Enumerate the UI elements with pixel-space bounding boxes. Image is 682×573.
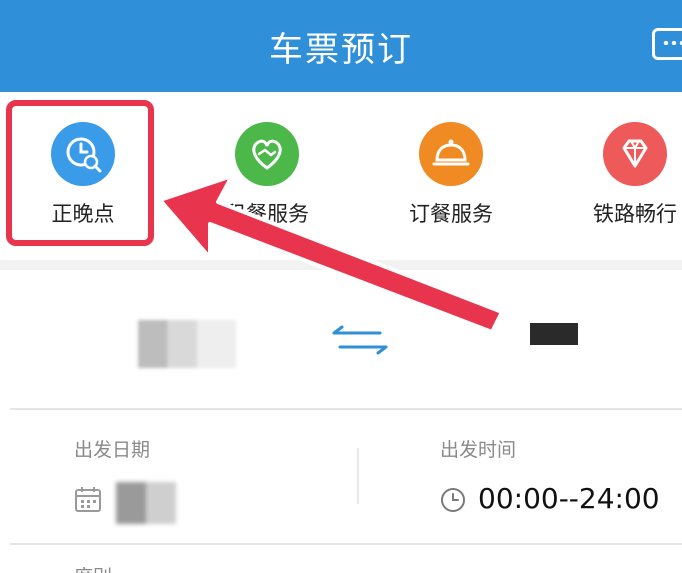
app-header: 车票预订 — [0, 0, 682, 92]
service-item-meal-order[interactable]: 订餐服务 — [386, 122, 516, 242]
arrival-city[interactable] — [530, 323, 578, 345]
departure-time-label: 出发时间 — [440, 439, 517, 461]
divider — [357, 448, 359, 504]
divider — [10, 543, 682, 545]
service-label-rail-pass: 铁路畅行 — [593, 202, 677, 226]
page-title: 车票预订 — [269, 30, 413, 70]
departure-time-value[interactable]: 00:00--24:00 — [478, 482, 660, 515]
annotation-highlight-box — [6, 100, 154, 246]
handshake-heart-icon — [235, 122, 299, 186]
diamond-icon — [603, 122, 667, 186]
message-icon[interactable] — [652, 28, 682, 60]
swap-stations-icon[interactable] — [330, 325, 390, 359]
service-label-rental-meal: 租餐服务 — [225, 202, 309, 226]
departure-date-value[interactable] — [116, 482, 176, 524]
divider — [10, 408, 682, 410]
seat-class-label: 席别 — [74, 562, 112, 573]
booking-form: 出发日期 出发时间 00:00--24:00 席别 — [0, 270, 682, 573]
service-label-meal-order: 订餐服务 — [409, 202, 493, 226]
departure-date-label: 出发日期 — [74, 439, 151, 461]
service-item-rental-meal[interactable]: 租餐服务 — [202, 122, 332, 242]
calendar-icon — [74, 485, 102, 517]
service-bell-icon — [419, 122, 483, 186]
clock-icon — [440, 487, 466, 517]
service-item-rail-pass[interactable]: 铁路畅行 — [570, 122, 682, 242]
departure-city[interactable] — [138, 320, 236, 368]
